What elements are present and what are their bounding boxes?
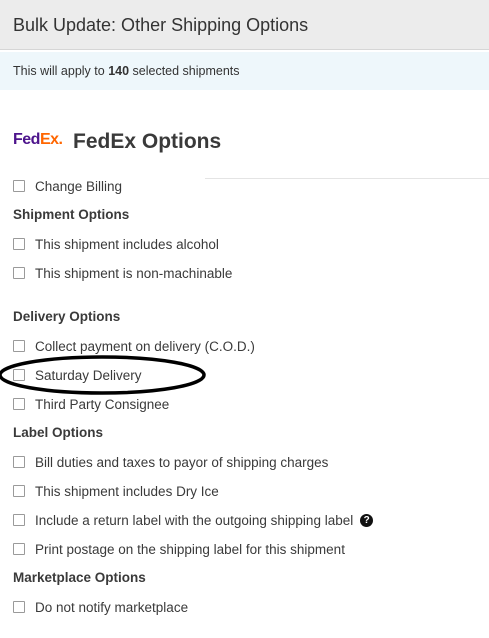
print-postage-label[interactable]: Print postage on the shipping label for …: [35, 542, 345, 557]
marketplace-options-title: Marketplace Options: [13, 570, 146, 585]
cod-option[interactable]: Collect payment on delivery (C.O.D.): [13, 338, 255, 354]
third-party-consignee-label[interactable]: Third Party Consignee: [35, 397, 169, 412]
help-circle-icon[interactable]: ?: [360, 513, 374, 527]
bill-duties-option[interactable]: Bill duties and taxes to payor of shippi…: [13, 454, 328, 470]
cod-label[interactable]: Collect payment on delivery (C.O.D.): [35, 339, 255, 354]
fedex-options-title: FedEx Options: [73, 130, 222, 153]
non-machinable-checkbox[interactable]: [13, 267, 25, 279]
selected-count: 140: [108, 64, 130, 78]
non-machinable-label[interactable]: This shipment is non-machinable: [35, 266, 232, 281]
change-billing-option[interactable]: Change Billing: [13, 178, 122, 194]
return-label-label[interactable]: Include a return label with the outgoing…: [35, 513, 353, 528]
bulk-update-modal: Bulk Update: Other Shipping Options This…: [0, 0, 489, 638]
alcohol-label[interactable]: This shipment includes alcohol: [35, 237, 219, 252]
fedex-logo-dot: .: [58, 131, 63, 148]
do-not-notify-checkbox[interactable]: [13, 601, 25, 613]
info-suffix: selected shipments: [129, 64, 240, 78]
saturday-delivery-label[interactable]: Saturday Delivery: [35, 368, 142, 383]
bill-duties-checkbox[interactable]: [13, 456, 25, 468]
saturday-delivery-option[interactable]: Saturday Delivery: [13, 367, 142, 383]
non-machinable-option[interactable]: This shipment is non-machinable: [13, 265, 232, 281]
print-postage-option[interactable]: Print postage on the shipping label for …: [13, 541, 345, 557]
do-not-notify-option[interactable]: Do not notify marketplace: [13, 599, 188, 615]
cod-checkbox[interactable]: [13, 340, 25, 352]
section-divider: [205, 178, 489, 179]
delivery-options-title: Delivery Options: [13, 309, 121, 324]
alcohol-option[interactable]: This shipment includes alcohol: [13, 236, 219, 252]
print-postage-checkbox[interactable]: [13, 543, 25, 555]
modal-header: Bulk Update: Other Shipping Options: [0, 0, 489, 50]
modal-title: Bulk Update: Other Shipping Options: [13, 15, 309, 35]
bill-duties-label[interactable]: Bill duties and taxes to payor of shippi…: [35, 455, 328, 470]
change-billing-checkbox[interactable]: [13, 180, 25, 192]
alcohol-checkbox[interactable]: [13, 238, 25, 250]
fedex-logo-fed: Fed: [13, 131, 40, 148]
third-party-consignee-option[interactable]: Third Party Consignee: [13, 396, 169, 412]
return-label-option[interactable]: Include a return label with the outgoing…: [13, 512, 374, 528]
label-options-title: Label Options: [13, 425, 104, 440]
info-bar: This will apply to 140 selected shipment…: [0, 52, 489, 90]
fedex-logo: FedEx.: [13, 131, 63, 149]
fedex-logo-ex: Ex: [39, 131, 59, 148]
dry-ice-checkbox[interactable]: [13, 485, 25, 497]
shipment-options-title: Shipment Options: [13, 207, 130, 222]
change-billing-label[interactable]: Change Billing: [35, 179, 122, 194]
do-not-notify-label[interactable]: Do not notify marketplace: [35, 600, 188, 615]
third-party-consignee-checkbox[interactable]: [13, 398, 25, 410]
saturday-delivery-checkbox[interactable]: [13, 369, 25, 381]
info-text: This will apply to 140 selected shipment…: [13, 64, 240, 78]
dry-ice-option[interactable]: This shipment includes Dry Ice: [13, 483, 219, 499]
return-label-checkbox[interactable]: [13, 514, 25, 526]
dry-ice-label[interactable]: This shipment includes Dry Ice: [35, 484, 219, 499]
info-prefix: This will apply to: [13, 64, 109, 78]
